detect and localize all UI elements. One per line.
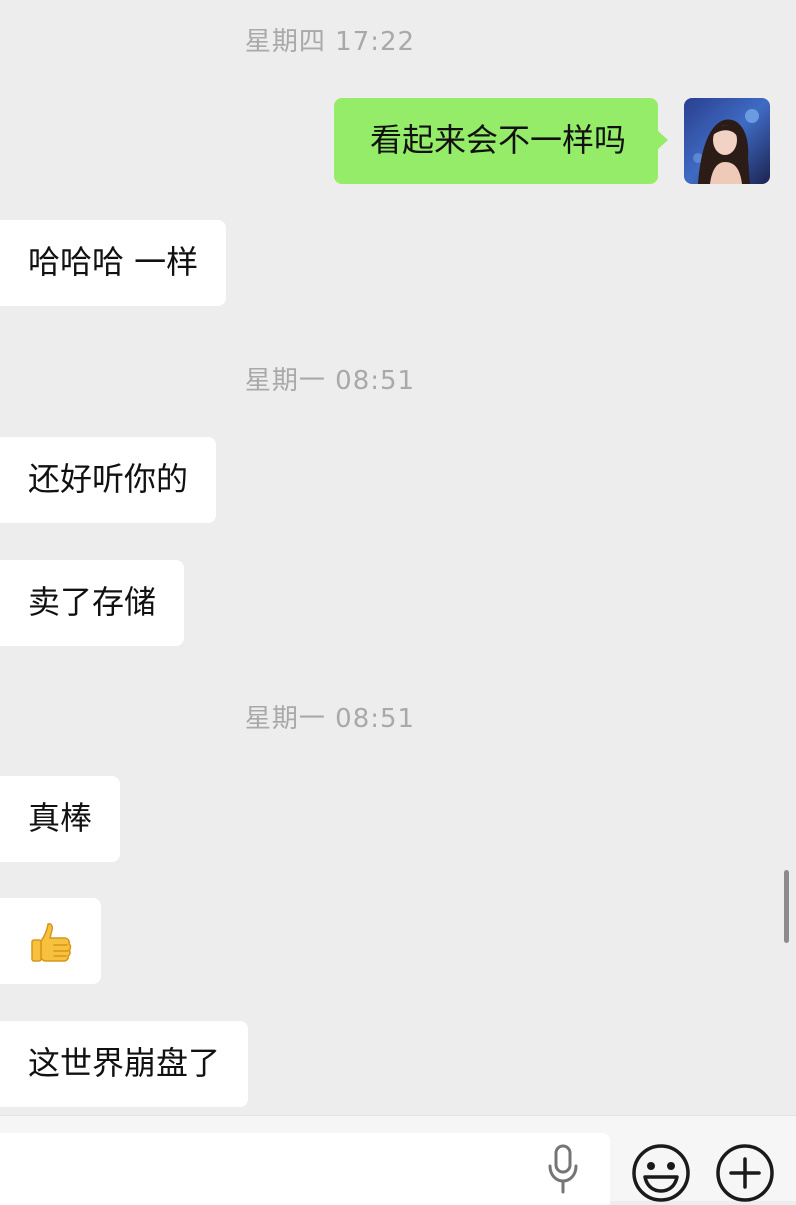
microphone-icon[interactable] <box>546 1142 580 1194</box>
thumbs-up-icon <box>31 923 72 962</box>
message-outgoing[interactable]: 看起来会不一样吗 <box>333 98 669 184</box>
timestamp: 星期一 08:51 <box>244 366 416 396</box>
input-bar <box>0 1115 796 1205</box>
message-incoming[interactable]: 真棒 <box>0 776 121 862</box>
message-incoming[interactable]: 哈哈哈 一样 <box>0 220 227 306</box>
timestamp: 星期一 08:51 <box>244 704 416 734</box>
timestamp: 星期四 17:22 <box>244 27 416 57</box>
message-incoming[interactable]: 这世界崩盘了 <box>0 1021 249 1107</box>
message-input[interactable] <box>0 1133 610 1205</box>
avatar-photo <box>684 98 770 184</box>
emoji-icon[interactable] <box>630 1142 692 1204</box>
message-incoming[interactable]: 还好听你的 <box>0 437 217 523</box>
scrollbar[interactable] <box>784 870 789 943</box>
message-incoming-emoji[interactable] <box>0 898 101 984</box>
plus-icon[interactable] <box>714 1142 776 1204</box>
message-incoming[interactable]: 卖了存储 <box>0 560 185 646</box>
avatar[interactable] <box>684 98 770 184</box>
chat-area[interactable]: 星期四 17:22 看起来会不一样吗 哈哈哈 一样 星期一 08:51 还好听你… <box>0 0 796 1115</box>
